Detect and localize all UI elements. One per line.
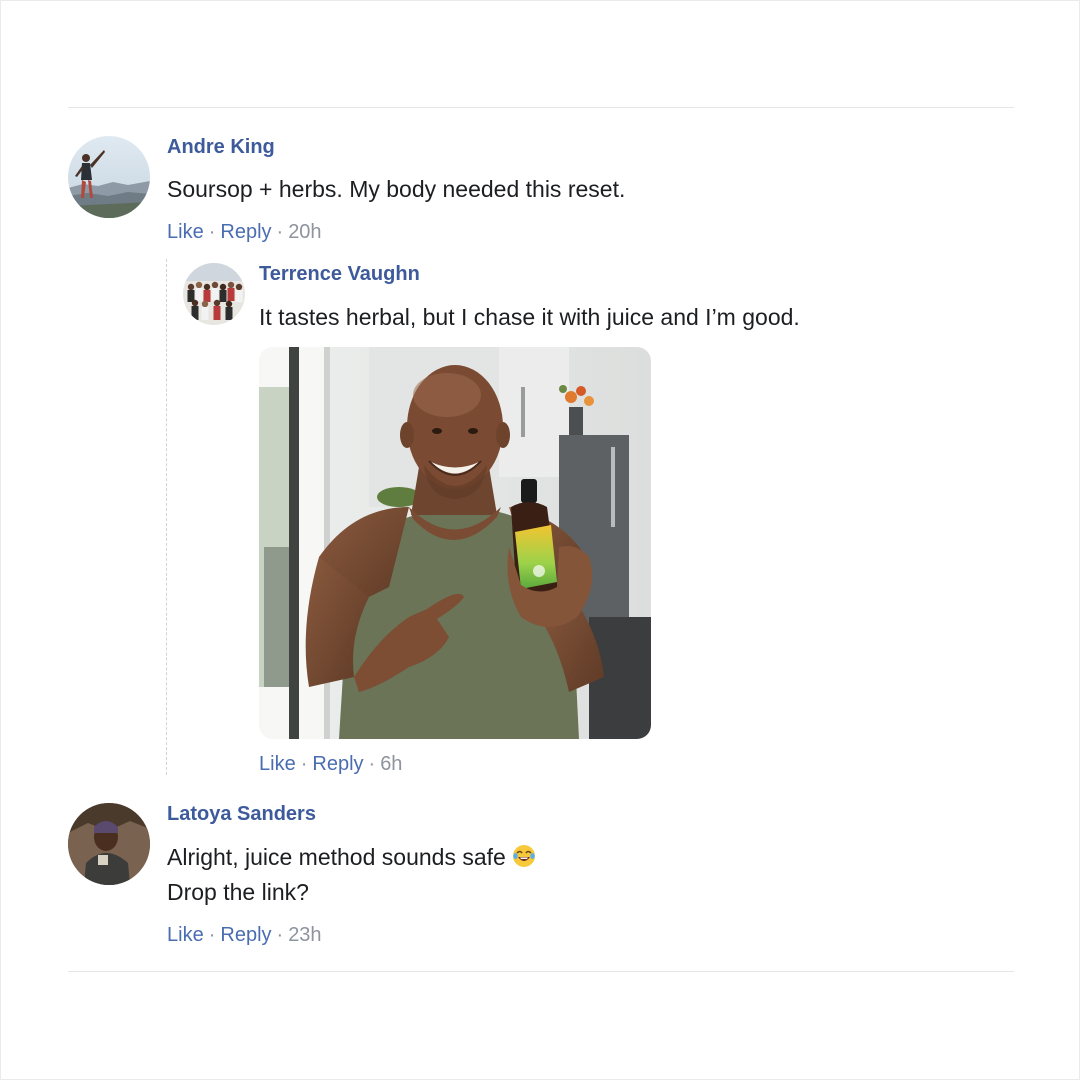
reply-button[interactable]: Reply <box>312 753 363 775</box>
comment-author[interactable]: Andre King <box>167 135 275 159</box>
tears-of-joy-emoji-icon <box>513 845 536 867</box>
photo-man-holding-bottle <box>259 347 651 739</box>
reply-thread-line <box>166 259 167 775</box>
comment-timestamp: 20h <box>288 221 322 243</box>
action-separator: · <box>208 221 216 243</box>
reply-author[interactable]: Terrence Vaughn <box>259 262 420 286</box>
reply-button[interactable]: Reply <box>220 924 271 946</box>
like-button[interactable]: Like <box>259 753 296 775</box>
comment-timestamp: 23h <box>288 924 322 946</box>
avatar-image <box>68 136 150 218</box>
reply-button[interactable]: Reply <box>220 221 271 243</box>
action-separator: · <box>368 753 376 775</box>
comment-text: Alright, juice method sounds safe <box>167 844 506 870</box>
comment-author[interactable]: Latoya Sanders <box>167 802 316 826</box>
action-separator: · <box>276 924 284 946</box>
like-button[interactable]: Like <box>167 924 204 946</box>
like-button[interactable]: Like <box>167 221 204 243</box>
bottom-divider <box>68 971 1014 972</box>
comment-actions: Like · Reply · 20h <box>167 220 322 244</box>
avatar-terrence-vaughn[interactable] <box>183 263 245 325</box>
comments-panel: Andre King Soursop + herbs. My body need… <box>0 0 1080 1080</box>
action-separator: · <box>276 221 284 243</box>
avatar-image <box>183 263 245 325</box>
top-divider <box>68 107 1014 108</box>
reply-text: It tastes herbal, but I chase it with ju… <box>259 304 800 330</box>
avatar-andre-king[interactable] <box>68 136 150 218</box>
comment-text-line-2: Drop the link? <box>167 879 309 905</box>
reply-actions: Like · Reply · 6h <box>259 752 402 776</box>
comment-actions: Like · Reply · 23h <box>167 923 322 947</box>
reply-photo[interactable] <box>259 347 651 739</box>
avatar-image <box>68 803 150 885</box>
reply-timestamp: 6h <box>380 753 403 775</box>
avatar-latoya-sanders[interactable] <box>68 803 150 885</box>
action-separator: · <box>300 753 308 775</box>
action-separator: · <box>208 924 216 946</box>
comment-text: Soursop + herbs. My body needed this res… <box>167 176 626 202</box>
comment-text-line-1: Alright, juice method sounds safe <box>167 840 536 874</box>
